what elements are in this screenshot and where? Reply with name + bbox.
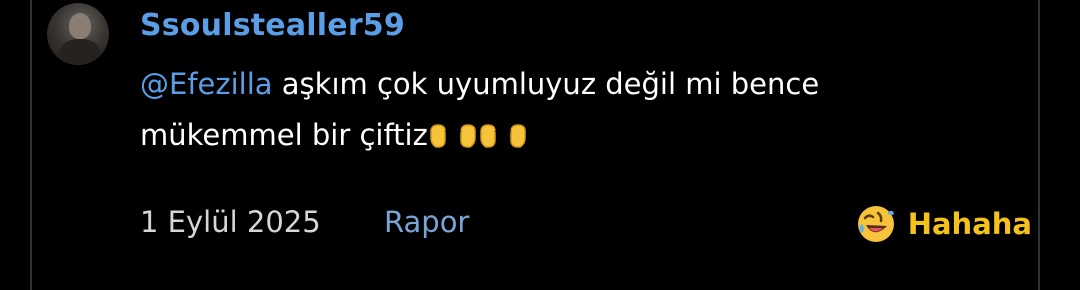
- comment-line-2: mükemmel bir çiftiz: [140, 118, 428, 152]
- comment-line-1: aşkım çok uyumluyuz değil mi bence: [272, 67, 820, 101]
- comment-date: 1 Eylül 2025: [140, 205, 321, 239]
- reaction-label: Hahaha: [907, 207, 1032, 241]
- comment-author[interactable]: Ssoulstealler59: [140, 8, 405, 43]
- heart-hands-icon: [428, 122, 478, 150]
- rolling-laughing-icon: [857, 206, 894, 242]
- comment-text: @Efezilla aşkım çok uyumluyuz değil mi b…: [140, 59, 980, 161]
- reaction-button[interactable]: Hahaha: [856, 204, 1032, 244]
- heart-hands-icon: [478, 122, 528, 150]
- report-link[interactable]: Rapor: [384, 205, 469, 239]
- mention-link[interactable]: @Efezilla: [140, 67, 273, 101]
- avatar[interactable]: [47, 3, 109, 65]
